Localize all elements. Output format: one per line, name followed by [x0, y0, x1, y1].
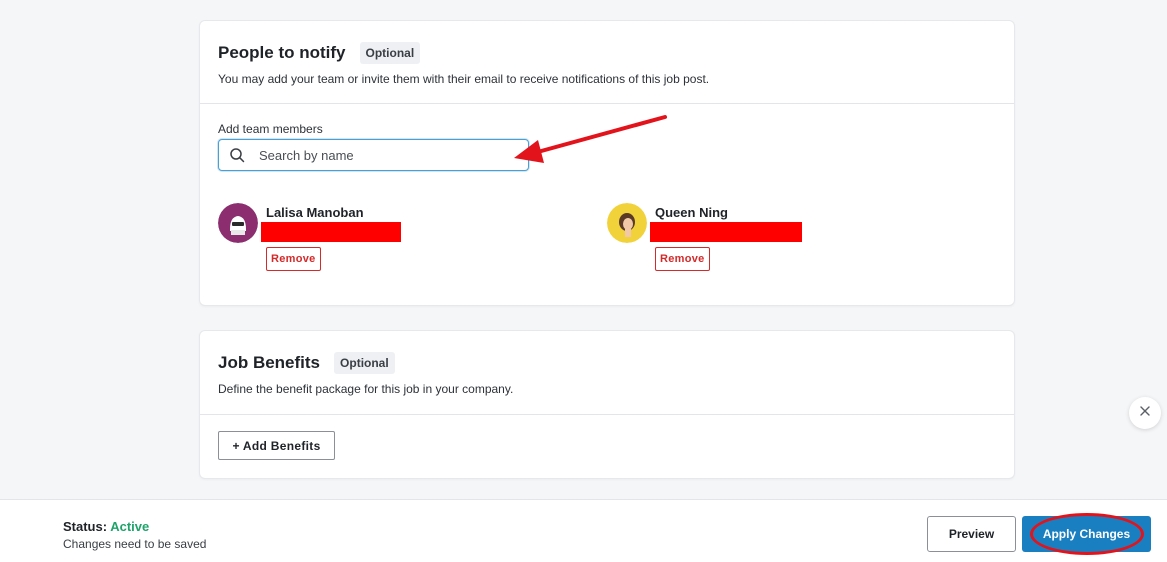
preview-button[interactable]: Preview	[927, 516, 1016, 552]
status-value: Active	[110, 519, 150, 534]
close-icon	[1139, 404, 1151, 422]
benefits-subtitle: Define the benefit package for this job …	[218, 382, 514, 396]
footer-bar: Status: Active Changes need to be saved …	[0, 499, 1167, 562]
status-line: Status: Active	[63, 519, 149, 534]
divider	[200, 414, 1014, 415]
member-name: Queen Ning	[655, 205, 728, 220]
add-benefits-button[interactable]: + Add Benefits	[218, 431, 335, 460]
search-input[interactable]	[257, 146, 501, 164]
job-benefits-card: Job Benefits Optional Define the benefit…	[199, 330, 1015, 479]
people-to-notify-card: People to notify Optional You may add yo…	[199, 20, 1015, 306]
member-name: Lalisa Manoban	[266, 205, 364, 220]
close-button[interactable]	[1129, 397, 1161, 429]
notify-title: People to notify	[218, 43, 346, 62]
divider	[200, 103, 1014, 104]
optional-badge: Optional	[359, 42, 421, 64]
search-icon	[227, 145, 247, 165]
redacted-email	[650, 222, 802, 242]
remove-member-button[interactable]: Remove	[266, 247, 321, 271]
redacted-email	[261, 222, 401, 242]
search-field[interactable]	[218, 139, 529, 171]
remove-member-button[interactable]: Remove	[655, 247, 710, 271]
status-label: Status:	[63, 519, 108, 534]
notify-subtitle: You may add your team or invite them wit…	[218, 72, 710, 86]
optional-badge: Optional	[334, 352, 395, 374]
add-team-members-label: Add team members	[218, 122, 323, 136]
benefits-title: Job Benefits	[218, 353, 321, 372]
status-note: Changes need to be saved	[63, 537, 207, 551]
avatar	[218, 203, 258, 243]
benefits-header: Job Benefits Optional Define the benefit…	[218, 352, 996, 396]
avatar	[607, 203, 647, 243]
notify-header: People to notify Optional You may add yo…	[218, 42, 996, 86]
apply-changes-button[interactable]: Apply Changes	[1022, 516, 1151, 552]
